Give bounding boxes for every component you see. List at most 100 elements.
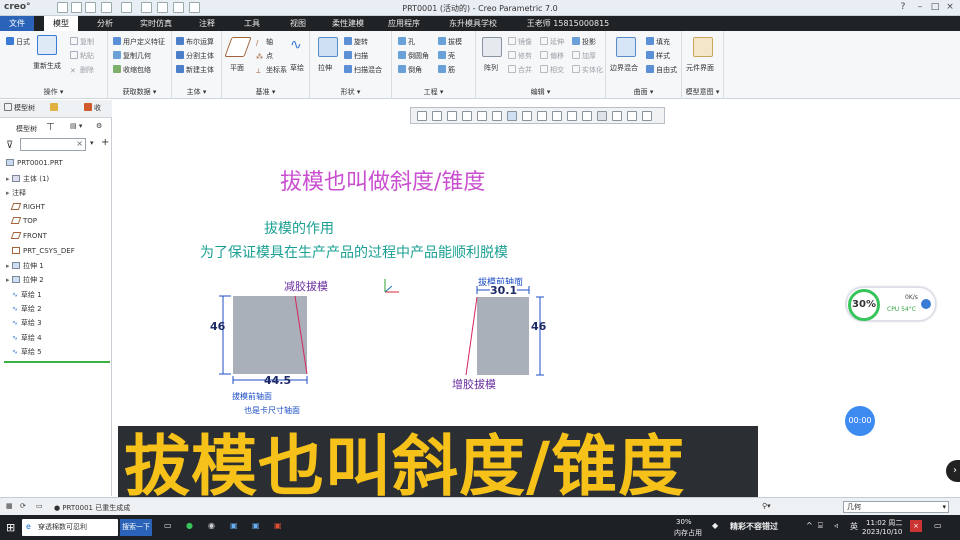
intersect-button[interactable]: 相交 [540, 65, 564, 75]
news-text[interactable]: 精彩不容错过 [730, 521, 778, 532]
pause-icon[interactable] [627, 111, 637, 121]
tab-tools[interactable]: 工具 [234, 16, 270, 31]
expand-arrow-icon[interactable]: › [946, 460, 960, 482]
revolve-button[interactable]: 旋转 [344, 37, 368, 47]
zoom-out-icon[interactable] [447, 111, 457, 121]
clock-date[interactable]: 2023/10/10 [862, 528, 902, 536]
component-interface-icon[interactable] [693, 37, 713, 57]
copy-geometry-button[interactable]: 复制几何 [113, 51, 151, 61]
axis-button[interactable]: ∕ 轴 [256, 37, 273, 47]
minimize-icon[interactable]: – [915, 2, 925, 13]
tree-item-sketch-4[interactable]: ∿ 草绘 4 [12, 333, 42, 343]
freestyle-button[interactable]: 自由式 [646, 65, 677, 75]
tree-item-front[interactable]: FRONT [10, 232, 47, 240]
regenerate-button[interactable]: 重新生成 [33, 61, 61, 71]
tab-applications[interactable]: 应用程序 [380, 16, 428, 31]
tree-search-input[interactable]: × [20, 138, 86, 151]
hole-button[interactable]: 孔 [398, 37, 415, 47]
tab-folder-browser[interactable] [50, 103, 60, 112]
task-view-icon[interactable]: ▭ [164, 521, 172, 530]
rib-button[interactable]: 筋 [438, 65, 455, 75]
draft-button[interactable]: 拔模 [438, 37, 462, 47]
offset-button[interactable]: 偏移 [540, 51, 564, 61]
sweep-button[interactable]: 扫描 [344, 51, 368, 61]
group-label-body[interactable]: 主体 ▾ [172, 87, 221, 97]
tree-settings-icon[interactable]: ⚙ [96, 122, 102, 130]
reorient-icon[interactable] [477, 111, 487, 121]
annotation-display-icon[interactable] [582, 111, 592, 121]
section-icon[interactable] [522, 111, 532, 121]
paste-button[interactable]: 粘贴 [70, 51, 94, 61]
filter-dropdown-icon[interactable]: ▾ [942, 502, 946, 512]
app-icon-1[interactable]: ◉ [208, 521, 215, 530]
boundary-blend-icon[interactable] [616, 37, 636, 57]
new-body-button[interactable]: 新建主体 [176, 65, 214, 75]
taskbar-search-box[interactable]: e 穿透棉数可忍利 [22, 519, 118, 536]
action-center-icon[interactable]: ▭ [934, 521, 942, 530]
style-button[interactable]: 样式 [646, 51, 670, 61]
tree-item-bodies[interactable]: ▸ 主体 (1) [6, 174, 49, 184]
pattern-button[interactable]: 阵列 [484, 63, 498, 73]
plane-icon[interactable] [224, 37, 252, 57]
tree-item-right[interactable]: RIGHT [10, 203, 45, 211]
tree-item-csys[interactable]: PRT_CSYS_DEF [12, 247, 75, 255]
boolean-button[interactable]: 布尔运算 [176, 37, 214, 47]
extrude-button[interactable]: 拉伸 [318, 63, 332, 73]
group-label-get-data[interactable]: 获取数据 ▾ [108, 87, 171, 97]
tree-item-sketch-3[interactable]: ∿ 草绘 3 [12, 318, 42, 328]
refit-icon[interactable] [417, 111, 427, 121]
tree-item-extrude-2[interactable]: ▸ 拉伸 2 [6, 275, 44, 285]
mirror-button[interactable]: 镜像 [508, 37, 532, 47]
tree-columns-icon[interactable]: ⊤ [46, 122, 55, 133]
project-button[interactable]: 投影 [572, 37, 596, 47]
tab-custom-teacher[interactable]: 王老师 15815000815 [518, 16, 618, 31]
group-label-shapes[interactable]: 形状 ▾ [310, 87, 391, 97]
clear-search-icon[interactable]: × [76, 139, 83, 148]
csys-button[interactable]: ⟂ 坐标系 [256, 65, 287, 75]
tab-annotate[interactable]: 注释 [190, 16, 224, 31]
tab-custom-school[interactable]: 东升模具学校 [438, 16, 508, 31]
help-icon[interactable]: ? [898, 2, 908, 13]
udf-button[interactable]: 用户定义特征 [113, 37, 165, 47]
windows-start-icon[interactable]: ⊞ [6, 521, 15, 534]
ime-indicator[interactable]: 英 [850, 521, 858, 532]
tree-item-extrude-1[interactable]: ▸ 拉伸 1 [6, 261, 44, 271]
shell-button[interactable]: 壳 [438, 51, 455, 61]
thicken-button[interactable]: 加厚 [572, 51, 596, 61]
saved-views-icon[interactable] [492, 111, 502, 121]
model-tree-menu[interactable]: 模型树 [16, 124, 37, 134]
tree-item-top[interactable]: TOP [10, 217, 37, 225]
solidify-button[interactable]: 实体化 [572, 65, 603, 75]
extend-button[interactable]: 延伸 [540, 37, 564, 47]
add-filter-icon[interactable]: + [101, 137, 109, 148]
taskbar-search-button[interactable]: 搜索一下 [120, 519, 152, 536]
tab-favorites[interactable]: 收 [84, 103, 101, 113]
tree-item-root[interactable]: PRT0001.PRT [6, 159, 63, 167]
trim-button[interactable]: 修剪 [508, 51, 532, 61]
tray-chevron-icon[interactable]: ^ [806, 521, 813, 530]
point-button[interactable]: ⁂ 点 [256, 51, 273, 61]
tab-file[interactable]: 文件 [0, 16, 34, 31]
spin-center-icon[interactable] [597, 111, 607, 121]
datum-display-icon[interactable] [567, 111, 577, 121]
app-icon-3[interactable]: ▣ [252, 521, 260, 530]
swept-blend-button[interactable]: 扫描混合 [344, 65, 382, 75]
filter-icon[interactable]: ⊽ [6, 140, 13, 151]
fill-button[interactable]: 填充 [646, 37, 670, 47]
split-body-button[interactable]: 分割主体 [176, 51, 214, 61]
sketch-button[interactable]: 草绘 [290, 63, 304, 73]
browser-icon[interactable]: ▭ [36, 502, 43, 510]
news-icon[interactable]: ◆ [712, 521, 718, 530]
tree-item-sketch-2[interactable]: ∿ 草绘 2 [12, 304, 42, 314]
sync-icon[interactable]: ⟳ [20, 502, 26, 510]
group-label-model-intent[interactable]: 模型意图 ▾ [682, 87, 723, 97]
appearance-icon[interactable] [612, 111, 622, 121]
plane-button[interactable]: 平面 [230, 63, 244, 73]
group-label-surfaces[interactable]: 曲面 ▾ [606, 87, 681, 97]
sketch-icon[interactable]: ∿ [290, 37, 302, 53]
selection-filter[interactable]: 几何 ▾ [843, 501, 949, 513]
hidden-line-icon[interactable] [642, 111, 652, 121]
tree-item-annotations[interactable]: ▸ 注释 [6, 188, 26, 198]
regenerate-big-icon[interactable] [37, 35, 57, 55]
extrude-icon[interactable] [318, 37, 338, 57]
